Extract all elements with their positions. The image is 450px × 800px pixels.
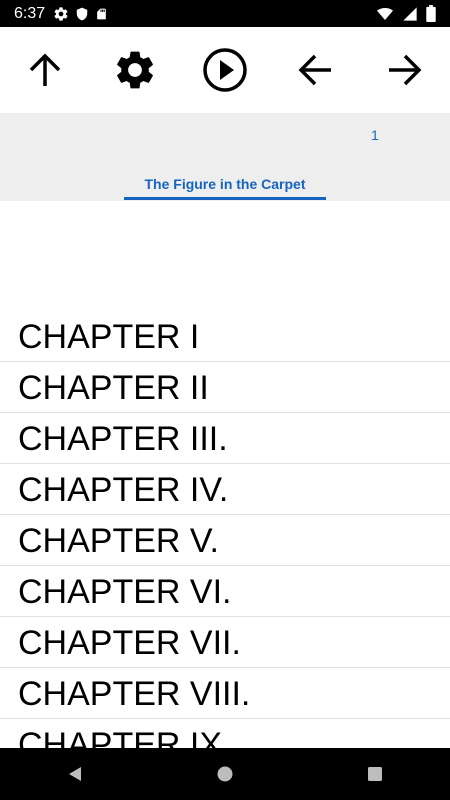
signal-icon xyxy=(402,6,418,22)
nav-recents-button[interactable] xyxy=(345,748,405,800)
chapter-item[interactable]: CHAPTER IX. xyxy=(0,719,450,748)
shield-icon xyxy=(75,6,89,22)
home-icon xyxy=(217,766,233,782)
up-arrow-icon xyxy=(29,53,61,86)
chapter-item[interactable]: CHAPTER VII. xyxy=(0,617,450,668)
back-arrow-icon xyxy=(298,54,331,86)
chapter-item[interactable]: CHAPTER II xyxy=(0,362,450,413)
up-button[interactable] xyxy=(15,40,75,100)
play-button[interactable] xyxy=(195,40,255,100)
chapter-item[interactable]: CHAPTER V. xyxy=(0,515,450,566)
back-icon xyxy=(69,767,81,781)
status-icons-left xyxy=(53,6,108,22)
navigation-bar xyxy=(0,748,450,800)
chapter-item[interactable]: CHAPTER VI. xyxy=(0,566,450,617)
chapter-list: CHAPTER I CHAPTER II CHAPTER III. CHAPTE… xyxy=(0,311,450,748)
chapter-item[interactable]: CHAPTER VIII. xyxy=(0,668,450,719)
tab-indicator xyxy=(124,197,326,200)
chapter-item[interactable]: CHAPTER I xyxy=(0,311,450,362)
chapter-item[interactable]: CHAPTER IV. xyxy=(0,464,450,515)
battery-icon xyxy=(426,5,436,22)
forward-button[interactable] xyxy=(375,40,435,100)
nav-back-button[interactable] xyxy=(45,748,105,800)
recents-icon xyxy=(368,767,382,781)
nav-home-button[interactable] xyxy=(195,748,255,800)
chapter-item[interactable]: CHAPTER III. xyxy=(0,413,450,464)
settings-button[interactable] xyxy=(105,40,165,100)
status-bar: 6:37 xyxy=(0,0,450,27)
toolbar xyxy=(0,27,450,113)
tab-book-title[interactable]: The Figure in the Carpet xyxy=(124,176,326,192)
gear-icon xyxy=(53,6,69,22)
sd-card-icon xyxy=(95,6,108,22)
back-button[interactable] xyxy=(285,40,345,100)
tab-header: 1 The Figure in the Carpet xyxy=(0,113,450,201)
settings-icon xyxy=(117,51,153,89)
page-number: 1 xyxy=(371,127,379,143)
wifi-icon xyxy=(376,6,394,22)
status-time: 6:37 xyxy=(14,4,46,22)
play-icon xyxy=(203,48,247,92)
status-icons-right xyxy=(376,0,436,27)
forward-arrow-icon xyxy=(389,54,422,86)
